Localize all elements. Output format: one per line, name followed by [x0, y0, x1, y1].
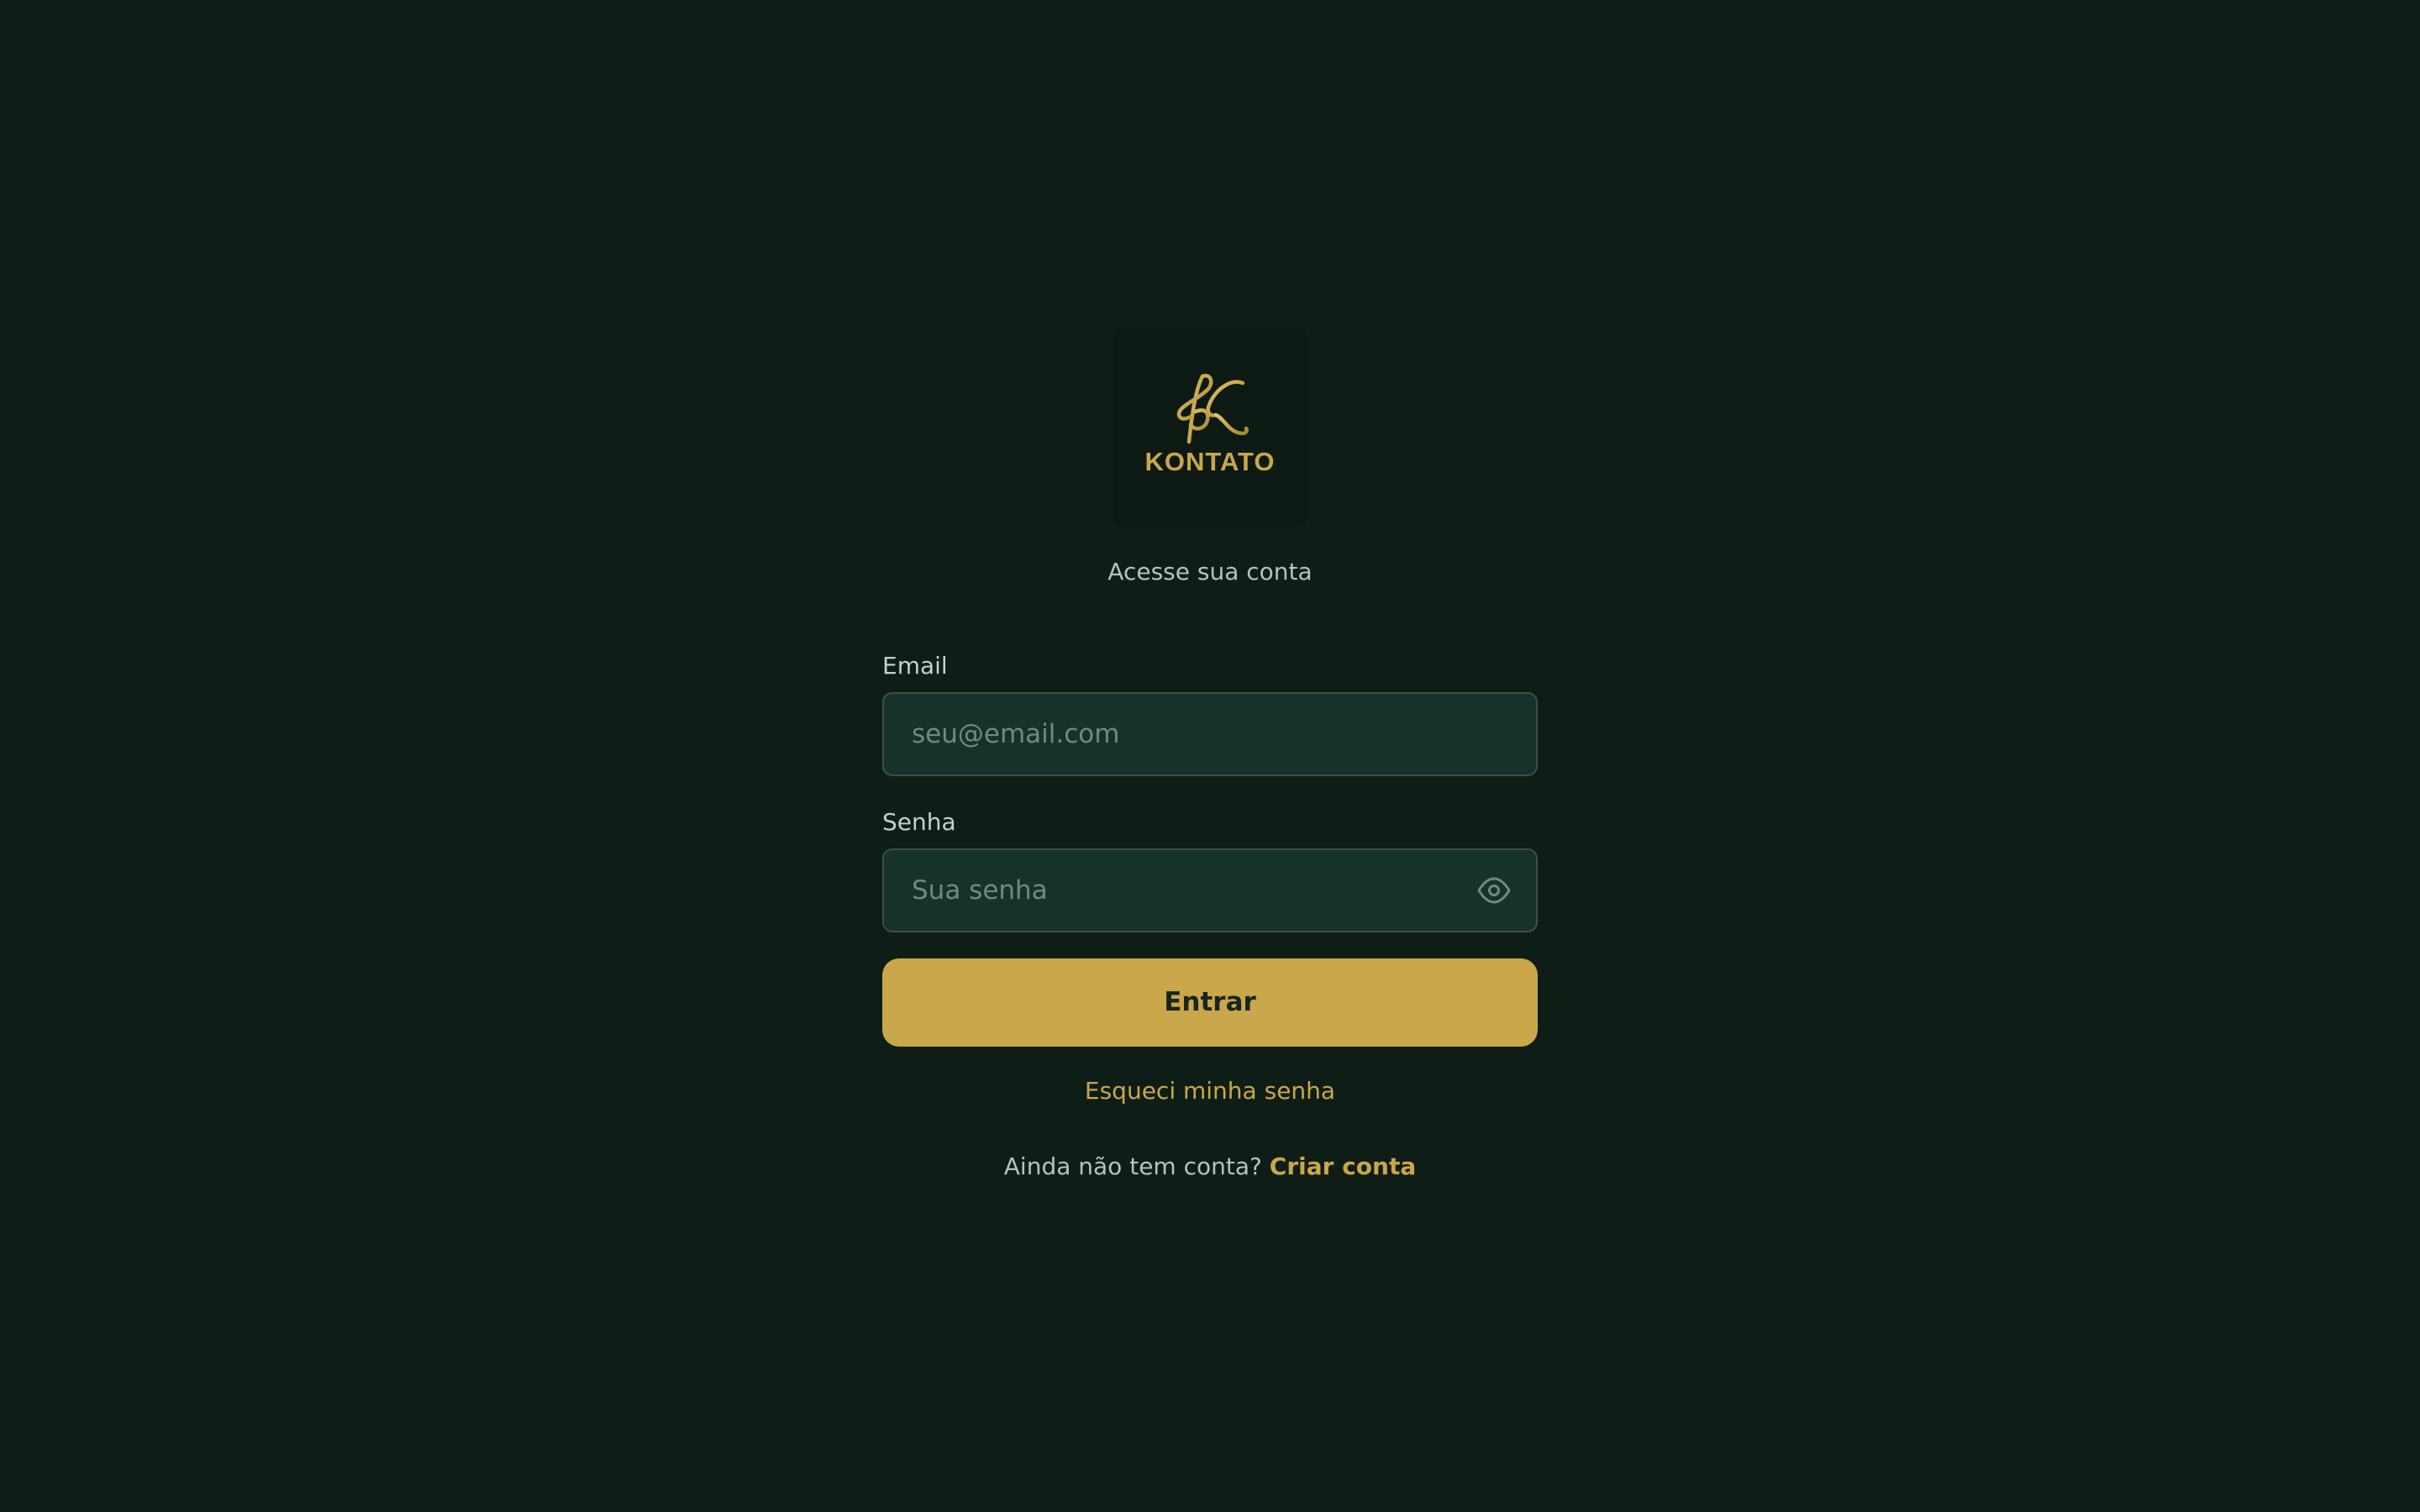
create-account-link[interactable]: Criar conta	[1270, 1152, 1416, 1180]
page-subtitle: Acesse sua conta	[1107, 558, 1313, 585]
brand-wordmark: KONTATO	[1144, 447, 1276, 476]
login-panel: KONTATO Acesse sua conta Email Senha Ent…	[882, 0, 1538, 1512]
toggle-password-visibility-button[interactable]	[1476, 874, 1512, 907]
eye-icon	[1477, 877, 1511, 904]
email-label: Email	[882, 652, 948, 680]
login-button[interactable]: Entrar	[882, 958, 1538, 1047]
brand-logo: KONTATO	[1113, 328, 1307, 528]
password-label: Senha	[882, 808, 956, 836]
signup-prompt-text: Ainda não tem conta?	[1003, 1152, 1262, 1180]
email-field[interactable]	[882, 692, 1538, 776]
signup-prompt: Ainda não tem conta? Criar conta	[882, 1152, 1538, 1180]
password-field[interactable]	[882, 848, 1538, 932]
k-monogram-icon	[1176, 373, 1249, 444]
forgot-password-link[interactable]: Esqueci minha senha	[882, 1077, 1538, 1105]
